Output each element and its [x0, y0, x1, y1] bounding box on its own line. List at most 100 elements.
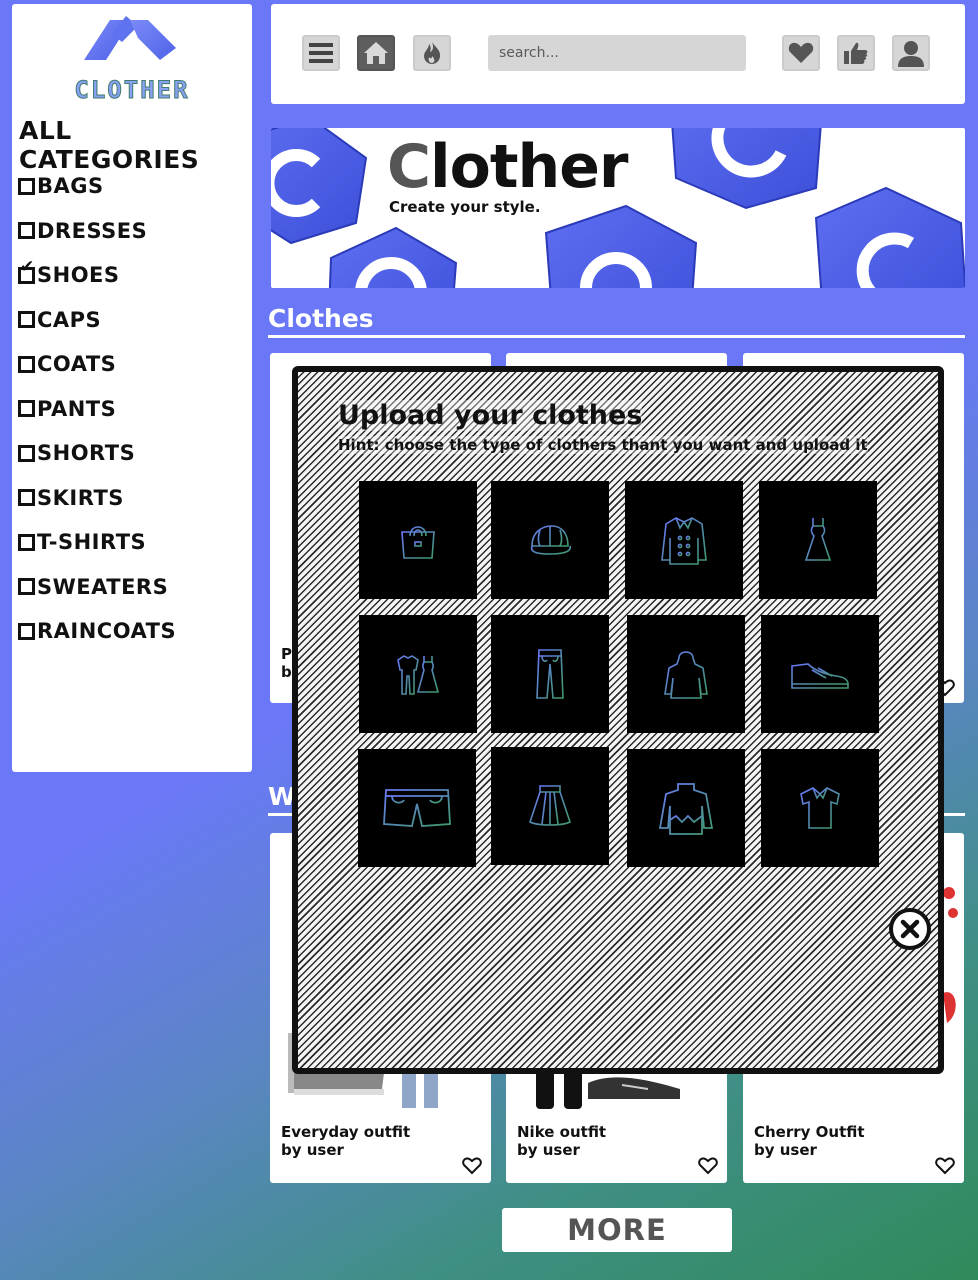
card-author-text: by user — [281, 1141, 344, 1159]
category-label: PANTS — [37, 396, 117, 421]
t-shirt-icon — [800, 787, 840, 829]
category-caps[interactable]: CAPS — [18, 298, 176, 343]
pants-icon — [536, 649, 564, 699]
card-title: Nike outfit by user — [517, 1123, 606, 1159]
category-label: BAGS — [37, 174, 104, 199]
logo[interactable]: CLOTHER — [52, 12, 212, 105]
upload-tile-t-shirts[interactable] — [761, 749, 879, 867]
checkbox[interactable] — [18, 311, 35, 329]
category-label: SKIRTS — [37, 485, 124, 510]
coat-icon — [661, 517, 707, 565]
category-raincoats[interactable]: RAINCOATS — [18, 609, 176, 654]
skirt-icon — [529, 785, 571, 826]
upload-modal: Upload your clothes Hint: choose the typ… — [292, 366, 944, 1074]
close-modal-button[interactable] — [889, 908, 931, 950]
close-icon — [900, 919, 920, 939]
trending-button[interactable] — [413, 35, 451, 71]
checkbox[interactable] — [18, 444, 35, 462]
upload-tile-raincoats[interactable] — [627, 615, 745, 733]
menu-button[interactable] — [302, 35, 340, 71]
upload-tile-pants[interactable] — [491, 615, 609, 733]
checkbox[interactable] — [18, 489, 35, 507]
category-shoes[interactable]: SHOES — [18, 253, 176, 298]
card-author-text: by user — [517, 1141, 580, 1159]
raincoat-icon — [664, 651, 708, 699]
sweater-icon — [658, 783, 714, 835]
menu-icon — [309, 43, 333, 63]
category-label: T-SHIRTS — [37, 530, 147, 555]
thumbs-up-icon — [844, 42, 868, 64]
logo-mark-icon — [84, 16, 176, 60]
banner-title-first-letter: C — [387, 132, 431, 202]
checkbox[interactable] — [18, 533, 35, 551]
modal-title: Upload your clothes — [338, 400, 643, 431]
outfit-icon — [397, 655, 440, 695]
card-title: Everyday outfit by user — [281, 1123, 410, 1159]
category-coats[interactable]: COATS — [18, 342, 176, 387]
category-label: SHORTS — [37, 441, 136, 466]
category-dresses[interactable]: DRESSES — [18, 209, 176, 254]
home-button[interactable] — [357, 35, 395, 71]
outfit-image — [536, 1069, 680, 1109]
checkbox[interactable] — [18, 400, 35, 418]
heart-outline-icon[interactable] — [462, 1157, 482, 1175]
card-author-text: b — [281, 663, 292, 681]
checkbox[interactable] — [18, 222, 35, 240]
heart-outline-icon[interactable] — [935, 1157, 955, 1175]
banner-subtitle: Create your style. — [389, 198, 541, 216]
user-icon — [898, 41, 924, 67]
banner-title: Clother — [387, 132, 629, 202]
heart-icon — [788, 42, 814, 63]
hero-banner: Clother Create your style. — [271, 128, 965, 288]
upload-tile-coats[interactable] — [625, 481, 743, 599]
bag-icon — [401, 526, 435, 559]
top-bar — [271, 4, 965, 104]
checkbox[interactable] — [18, 355, 35, 373]
category-label: SHOES — [37, 263, 120, 288]
upload-tile-bags[interactable] — [359, 481, 477, 599]
card-author-text: by user — [754, 1141, 817, 1159]
logo-text: CLOTHER — [74, 76, 190, 105]
category-label: DRESSES — [37, 218, 148, 243]
category-label: RAINCOATS — [37, 619, 177, 644]
cap-icon — [530, 525, 572, 555]
search-input[interactable] — [488, 35, 746, 71]
upload-tile-outfits[interactable] — [359, 615, 477, 733]
category-label: SWEATERS — [37, 574, 169, 599]
like-button[interactable] — [837, 35, 875, 71]
category-t-shirts[interactable]: T-SHIRTS — [18, 520, 176, 565]
card-title-text: Nike outfit — [517, 1123, 607, 1141]
category-shorts[interactable]: SHORTS — [18, 431, 176, 476]
profile-button[interactable] — [892, 35, 930, 71]
upload-tile-shoes[interactable] — [761, 615, 879, 733]
category-label: COATS — [37, 352, 117, 377]
card-title-text: P — [281, 645, 292, 663]
category-pants[interactable]: PANTS — [18, 387, 176, 432]
checkbox[interactable] — [18, 622, 35, 640]
checkbox-checked[interactable] — [18, 259, 35, 284]
card-title-text: Cherry Outfit — [754, 1123, 865, 1141]
card-title: Cherry Outfit by user — [754, 1123, 865, 1159]
upload-tile-caps[interactable] — [491, 481, 609, 599]
modal-hint: Hint: choose the type of clothers thant … — [338, 436, 868, 454]
upload-tile-dresses[interactable] — [759, 481, 877, 599]
category-label: CAPS — [37, 307, 102, 332]
checkbox[interactable] — [18, 177, 35, 195]
upload-tile-skirts[interactable] — [491, 747, 609, 865]
category-list: BAGS DRESSES SHOES CAPS COATS PANTS SHOR… — [18, 164, 176, 654]
card-title: Pb — [281, 645, 292, 681]
more-button[interactable]: MORE — [502, 1208, 732, 1252]
category-sweaters[interactable]: SWEATERS — [18, 565, 176, 610]
category-skirts[interactable]: SKIRTS — [18, 476, 176, 521]
shorts-icon — [383, 789, 451, 827]
checkbox[interactable] — [18, 578, 35, 596]
card-title-text: Everyday outfit — [281, 1123, 411, 1141]
category-bags[interactable]: BAGS — [18, 164, 176, 209]
section-heading-clothes: Clothes — [268, 304, 965, 338]
shoe-icon — [791, 663, 849, 689]
heart-outline-icon[interactable] — [698, 1157, 718, 1175]
home-icon — [364, 42, 388, 64]
upload-tile-shorts[interactable] — [358, 749, 476, 867]
upload-tile-sweaters[interactable] — [627, 749, 745, 867]
favorites-button[interactable] — [782, 35, 820, 71]
